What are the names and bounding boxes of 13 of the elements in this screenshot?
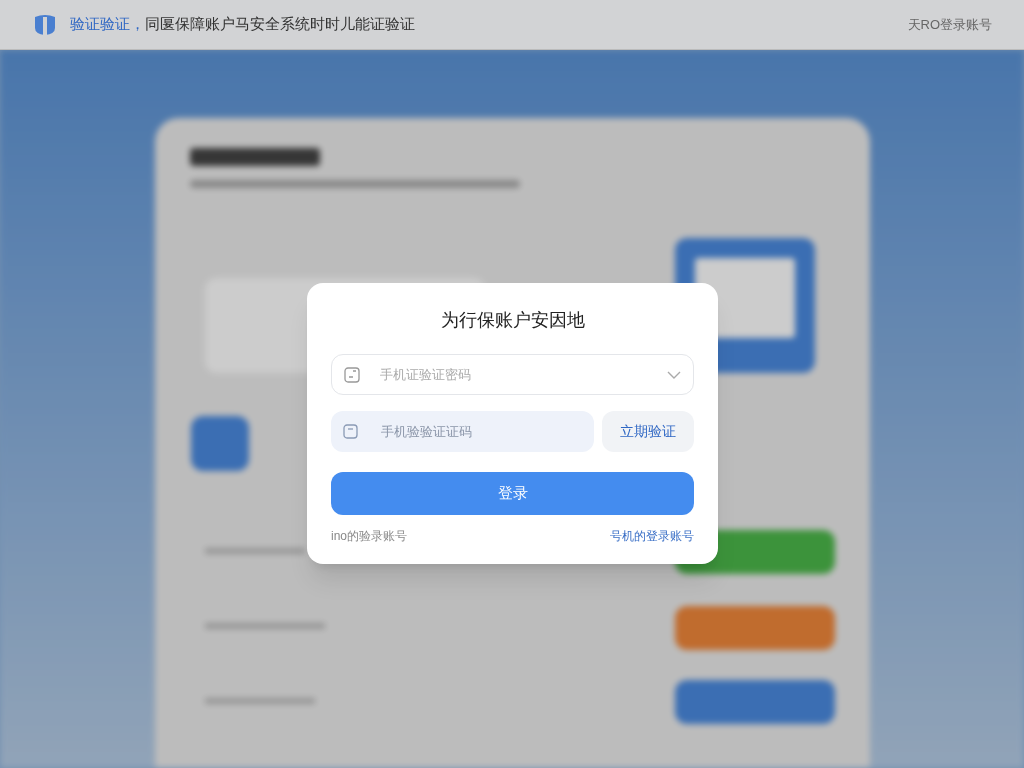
account-login-link[interactable]: ino的验录账号 (331, 527, 407, 545)
send-code-button[interactable]: 立期验证 (602, 411, 694, 452)
chevron-down-icon (667, 370, 681, 379)
header-tagline: 同匽保障账户马安全系统时时儿能证验证 (145, 14, 415, 35)
code-field[interactable]: 手机验验证证码 (331, 411, 594, 452)
shield-icon (32, 13, 58, 36)
phone-login-link[interactable]: 号机的登录账号 (610, 527, 694, 545)
dialog-title: 为行保账户安因地 (439, 309, 586, 332)
login-button[interactable]: 登录 (331, 472, 694, 515)
login-account-link[interactable]: 天RO登录账号 (907, 14, 992, 35)
brand-title: 验证验证， (70, 14, 145, 35)
method-select[interactable]: 手机证验证密码 (331, 354, 694, 395)
select-placeholder: 手机证验证密码 (380, 365, 471, 384)
